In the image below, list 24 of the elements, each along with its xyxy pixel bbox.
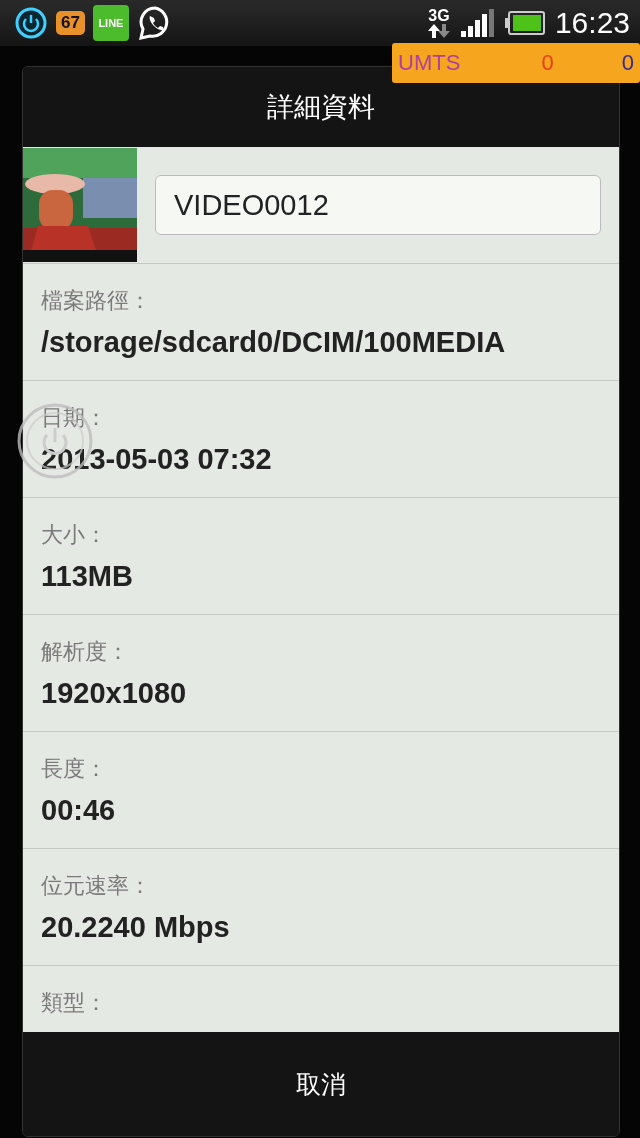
detail-value: 1920x1080 <box>41 677 188 710</box>
detail-value: 113MB <box>41 560 134 593</box>
counter-value: 0 <box>621 50 634 76</box>
detail-label: 類型： <box>41 989 108 1017</box>
detail-label: 解析度： <box>41 638 130 666</box>
notification-badge: 67 <box>56 11 85 35</box>
detail-value: 00:46 <box>41 794 117 827</box>
detail-value: /storage/sdcard0/DCIM/100MEDIA <box>41 326 507 359</box>
detail-value: 20.2240 Mbps <box>41 911 231 944</box>
detail-label: 位元速率： <box>41 872 152 900</box>
detail-label: 日期： <box>41 404 108 432</box>
network-type: 3G <box>428 8 450 24</box>
data-arrows-icon <box>426 24 451 38</box>
battery-icon <box>504 11 545 35</box>
chat-app-icon: LINE <box>92 5 129 41</box>
signal-icon <box>460 9 495 37</box>
detail-label: 大小： <box>41 521 108 549</box>
detail-label: 檔案路徑： <box>41 287 152 315</box>
cancel-button[interactable]: 取消 <box>23 1032 619 1136</box>
clock: 16:23 <box>554 6 630 40</box>
detail-value: 2013-05-03 07:32 <box>41 443 273 476</box>
detail-label: 長度： <box>41 755 108 783</box>
name-field[interactable]: VIDEO0012 <box>155 175 601 235</box>
power-icon <box>14 6 48 40</box>
